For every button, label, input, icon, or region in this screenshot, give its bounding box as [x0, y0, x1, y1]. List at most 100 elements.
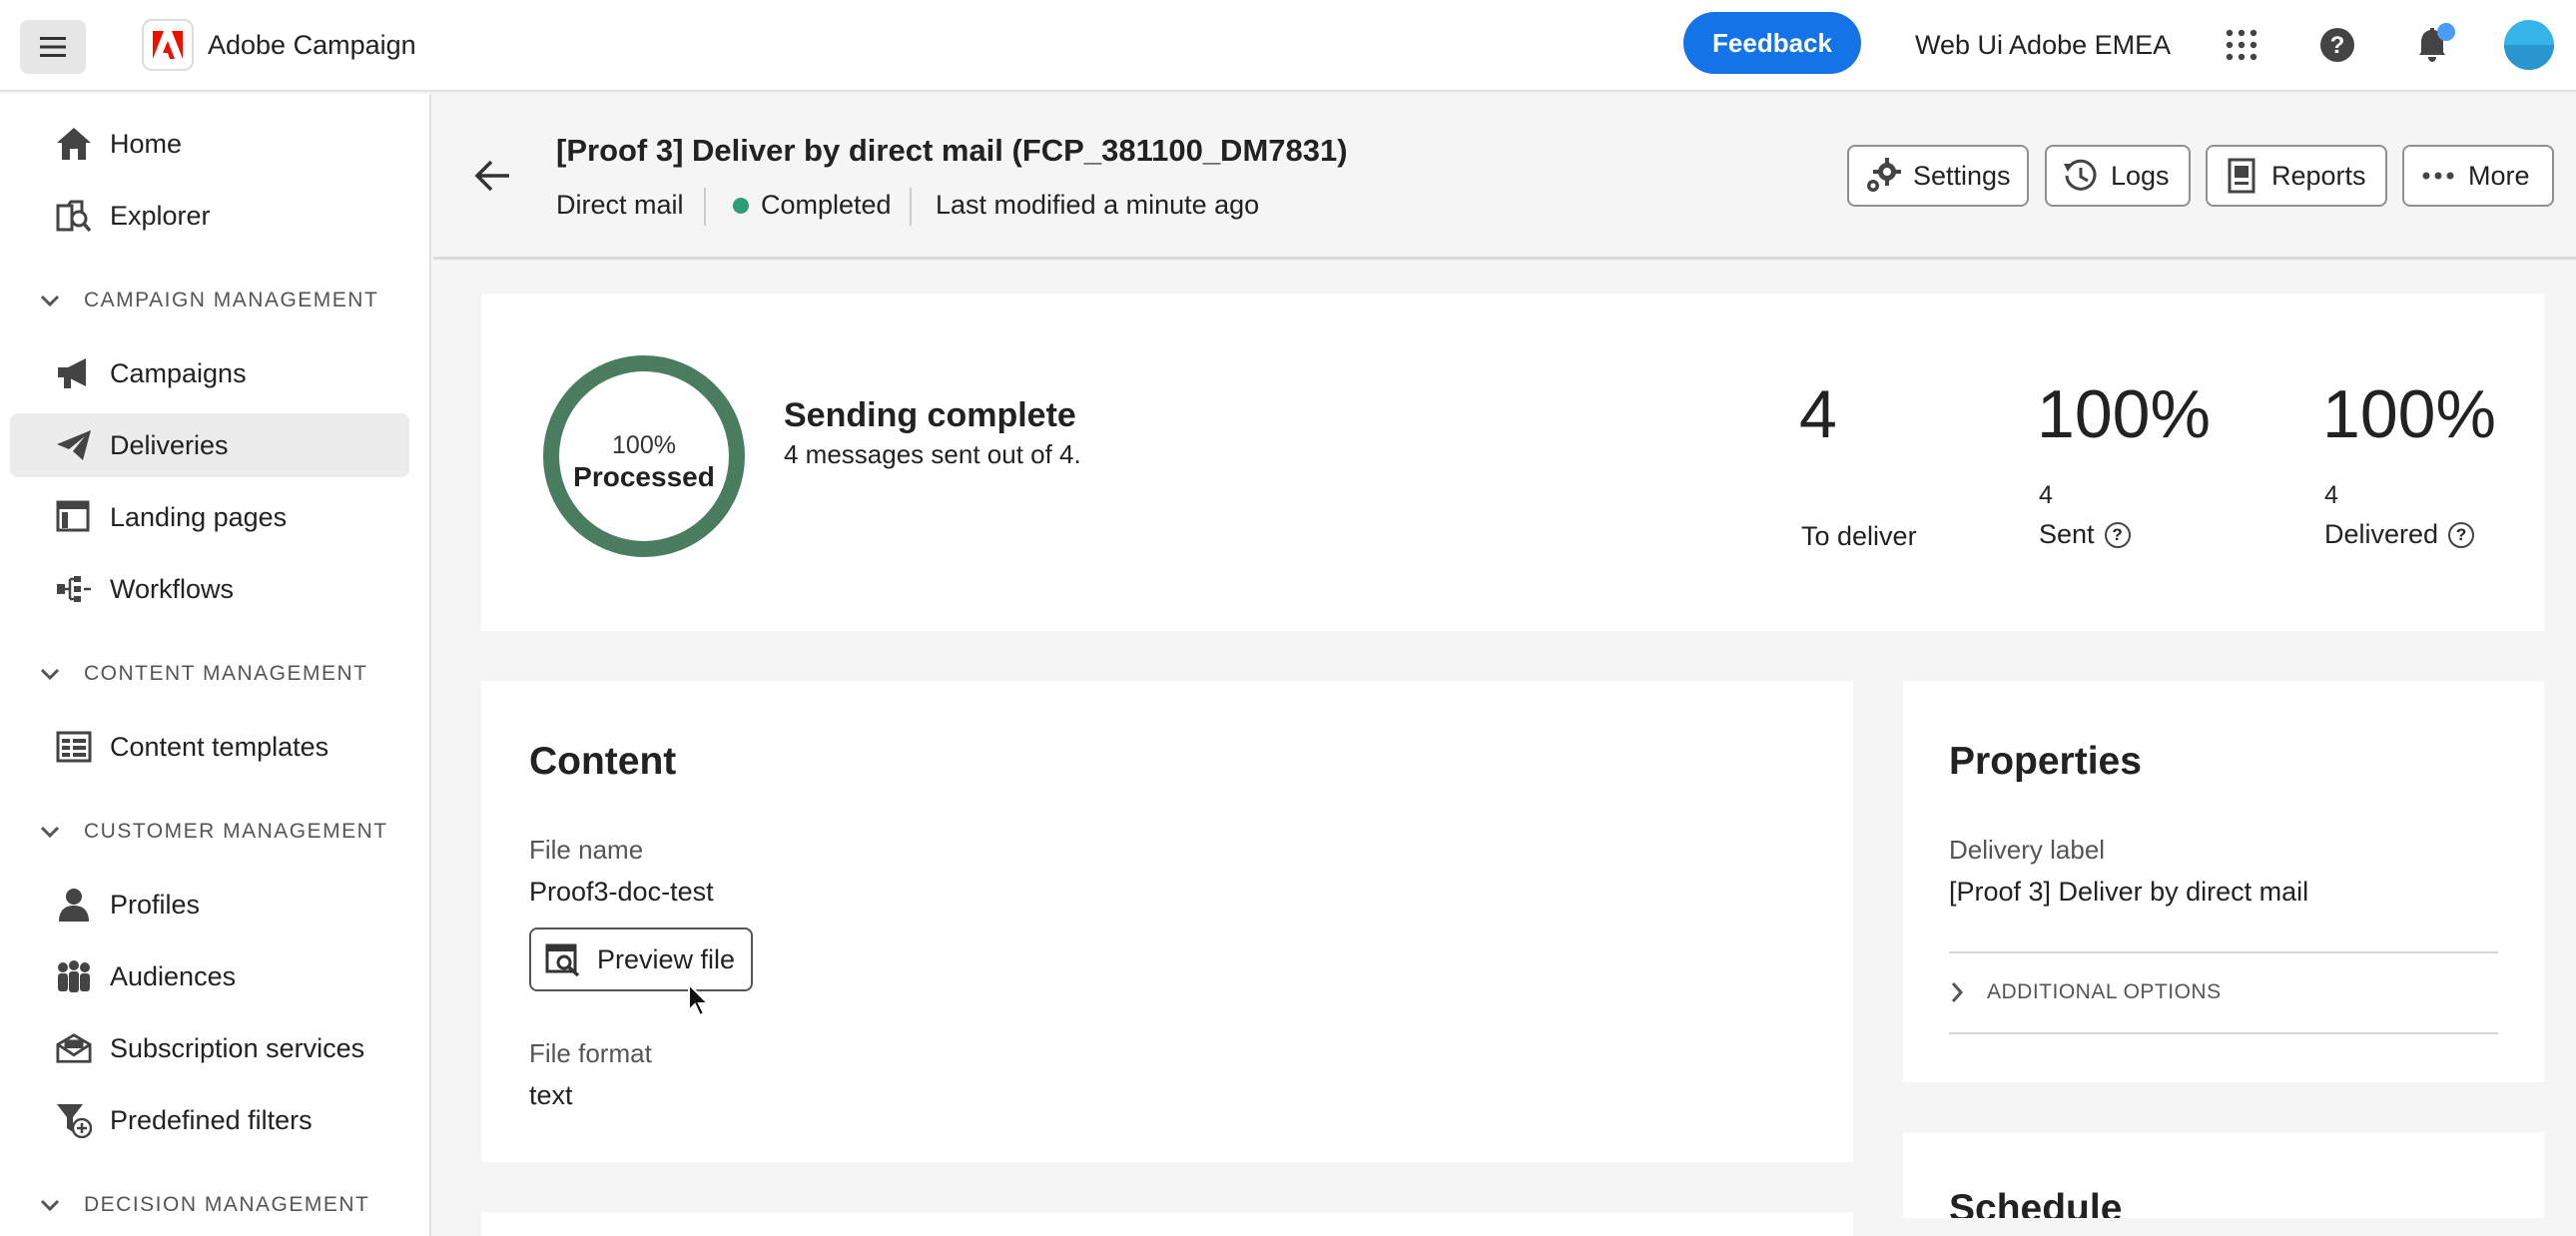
progress-caption: Processed: [573, 461, 715, 492]
preview-icon: [545, 943, 580, 977]
sent-percent: 100%: [2037, 376, 2211, 452]
menu-button[interactable]: [20, 20, 86, 74]
sidebar-item-predefined-filters[interactable]: Predefined filters: [10, 1088, 409, 1152]
sidebar-item-explorer[interactable]: Explorer: [10, 184, 409, 248]
sent-label: Sent ?: [2039, 519, 2131, 550]
sidebar-item-label: Campaigns: [110, 357, 247, 388]
subscription-icon: [56, 1030, 92, 1066]
channel-label: Direct mail: [556, 190, 684, 220]
sidebar-item-label: Content templates: [110, 731, 329, 762]
settings-button[interactable]: Settings: [1847, 145, 2029, 207]
avatar[interactable]: [2504, 20, 2554, 70]
help-icon[interactable]: ?: [2448, 521, 2475, 548]
schedule-card: Schedule: [1903, 1132, 2544, 1218]
divider: [1949, 951, 2498, 953]
sidebar-item-content-templates[interactable]: Content templates: [10, 715, 409, 779]
help-icon[interactable]: ?: [2312, 20, 2362, 70]
delivered-percent: 100%: [2322, 376, 2496, 452]
section-content-management[interactable]: CONTENT MANAGEMENT: [40, 654, 366, 694]
preview-file-button[interactable]: Preview file: [529, 927, 753, 991]
adobe-logo[interactable]: [142, 19, 194, 71]
sidebar-item-label: Deliveries: [110, 429, 229, 460]
more-icon: [2420, 158, 2456, 194]
megaphone-icon: [56, 355, 92, 391]
sidebar-item-landing-pages[interactable]: Landing pages: [10, 485, 409, 549]
app-name[interactable]: Adobe Campaign: [208, 26, 416, 64]
section-campaign-management[interactable]: CAMPAIGN MANAGEMENT: [40, 281, 377, 320]
next-card: [481, 1212, 1853, 1236]
sidebar-item-label: Landing pages: [110, 501, 288, 532]
sidebar-item-label: Explorer: [110, 200, 211, 231]
paper-plane-icon: [56, 427, 92, 463]
gear-icon: [1865, 158, 1901, 194]
logs-label: Logs: [2111, 160, 2170, 191]
sidebar-item-label: Predefined filters: [110, 1104, 313, 1135]
divider: [1949, 1032, 2498, 1034]
content-card: [481, 681, 1853, 1162]
additional-options-toggle[interactable]: ADDITIONAL OPTIONS: [1949, 974, 2222, 1010]
chevron-down-icon: [40, 668, 60, 681]
progress-percent: 100%: [612, 431, 676, 459]
sidebar-item-profiles[interactable]: Profiles: [10, 873, 409, 936]
filter-icon: [56, 1102, 92, 1138]
logs-button[interactable]: Logs: [2045, 145, 2191, 207]
explorer-icon: [56, 198, 92, 234]
section-label: CUSTOMER MANAGEMENT: [84, 820, 388, 843]
sidebar-item-label: Audiences: [110, 960, 237, 991]
page-title: [Proof 3] Deliver by direct mail (FCP_38…: [556, 133, 1348, 168]
settings-label: Settings: [1913, 160, 2011, 191]
help-icon[interactable]: ?: [2104, 521, 2131, 548]
more-label: More: [2468, 160, 2530, 191]
delivery-label-value: [Proof 3] Deliver by direct mail: [1949, 877, 2309, 907]
report-icon: [2224, 158, 2259, 194]
section-customer-management[interactable]: CUSTOMER MANAGEMENT: [40, 812, 386, 852]
delivery-label-label: Delivery label: [1949, 835, 2106, 865]
to-deliver-label: To deliver: [1801, 521, 1917, 551]
menu-icon: [40, 37, 66, 57]
landing-pages-icon: [56, 499, 92, 535]
meta-divider: [910, 188, 912, 226]
sidebar-item-label: Workflows: [110, 573, 235, 604]
status-dot: [733, 198, 749, 214]
top-bar: Adobe Campaign Feedback Web Ui Adobe EME…: [0, 0, 2576, 92]
sent-count: 4: [2039, 481, 2053, 509]
chevron-down-icon: [40, 826, 60, 839]
sending-status-subtext: 4 messages sent out of 4.: [784, 439, 1081, 469]
sidebar-item-audiences[interactable]: Audiences: [10, 944, 409, 1008]
feedback-button[interactable]: Feedback: [1683, 12, 1861, 74]
additional-options-label: ADDITIONAL OPTIONS: [1987, 980, 2222, 1003]
file-name-label: File name: [529, 835, 644, 865]
more-button[interactable]: More: [2402, 145, 2554, 207]
sidebar-item-deliveries[interactable]: Deliveries: [10, 413, 409, 477]
section-label: CAMPAIGN MANAGEMENT: [84, 289, 379, 311]
meta-divider: [704, 188, 706, 226]
content-title: Content: [529, 740, 677, 783]
reports-button[interactable]: Reports: [2206, 145, 2387, 207]
sidebar-item-campaigns[interactable]: Campaigns: [10, 341, 409, 405]
back-arrow-icon[interactable]: [471, 154, 515, 198]
properties-title: Properties: [1949, 740, 2142, 783]
sidebar-item-label: Subscription services: [110, 1032, 365, 1063]
status-badge: Completed: [761, 190, 892, 220]
sidebar-item-home[interactable]: Home: [10, 112, 409, 176]
delivered-count: 4: [2324, 481, 2338, 509]
sending-status-heading: Sending complete: [784, 396, 1076, 434]
audiences-icon: [56, 958, 92, 994]
sidebar-item-label: Home: [110, 128, 183, 159]
chevron-down-icon: [40, 295, 60, 308]
org-switcher[interactable]: Web Ui Adobe EMEA: [1915, 26, 2171, 64]
file-format-value: text: [529, 1080, 573, 1110]
apps-grid-icon[interactable]: [2217, 20, 2266, 70]
section-label: DECISION MANAGEMENT: [84, 1193, 370, 1216]
bell-icon[interactable]: [2408, 20, 2458, 70]
reports-label: Reports: [2271, 160, 2366, 191]
file-name-value: Proof3-doc-test: [529, 877, 714, 907]
sidebar-item-subscription-services[interactable]: Subscription services: [10, 1016, 409, 1080]
section-decision-management[interactable]: DECISION MANAGEMENT: [40, 1185, 368, 1225]
schedule-title: Schedule: [1949, 1187, 2123, 1218]
sidebar-item-workflows[interactable]: Workflows: [10, 557, 409, 621]
history-icon: [2063, 158, 2099, 194]
delivered-label: Delivered ?: [2324, 519, 2475, 550]
chevron-down-icon: [40, 1199, 60, 1212]
section-label: CONTENT MANAGEMENT: [84, 662, 368, 685]
